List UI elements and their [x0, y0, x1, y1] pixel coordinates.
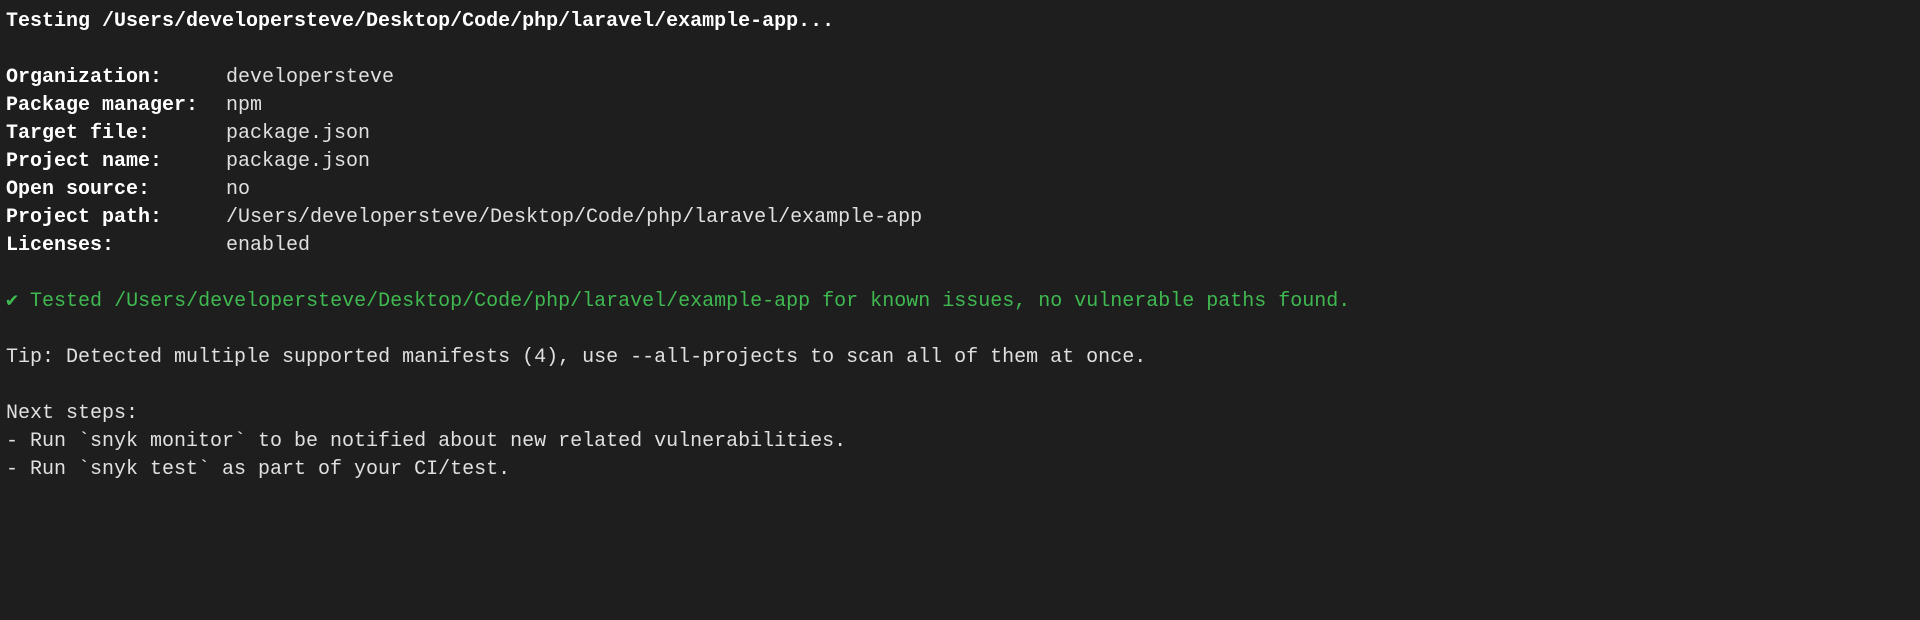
detail-row-target-file: Target file: package.json [6, 120, 1914, 148]
terminal-output: Testing /Users/developersteve/Desktop/Co… [6, 8, 1914, 484]
next-step-text: - Run `snyk test` as part of your CI/tes… [6, 456, 510, 484]
blank-line [6, 36, 1914, 64]
project-name-value: package.json [226, 148, 370, 176]
organization-label: Organization: [6, 64, 226, 92]
project-path-label: Project path: [6, 204, 226, 232]
checkmark-icon: ✔ [6, 288, 18, 316]
tip-label: Tip: [6, 344, 54, 372]
detail-row-open-source: Open source: no [6, 176, 1914, 204]
open-source-label: Open source: [6, 176, 226, 204]
project-path-value: /Users/developersteve/Desktop/Code/php/l… [226, 204, 922, 232]
tip-line: Tip: Detected multiple supported manifes… [6, 344, 1914, 372]
detail-row-project-path: Project path: /Users/developersteve/Desk… [6, 204, 1914, 232]
tip-text: Detected multiple supported manifests (4… [54, 344, 1146, 372]
licenses-label: Licenses: [6, 232, 226, 260]
detail-row-package-manager: Package manager: npm [6, 92, 1914, 120]
testing-line: Testing /Users/developersteve/Desktop/Co… [6, 8, 1914, 36]
detail-row-licenses: Licenses: enabled [6, 232, 1914, 260]
blank-line [6, 260, 1914, 288]
next-step-text: - Run `snyk monitor` to be notified abou… [6, 428, 846, 456]
test-result-text: Tested /Users/developersteve/Desktop/Cod… [18, 288, 1350, 316]
next-step-item: - Run `snyk monitor` to be notified abou… [6, 428, 1914, 456]
target-file-value: package.json [226, 120, 370, 148]
licenses-value: enabled [226, 232, 310, 260]
open-source-value: no [226, 176, 250, 204]
detail-row-organization: Organization: developersteve [6, 64, 1914, 92]
blank-line [6, 372, 1914, 400]
package-manager-value: npm [226, 92, 262, 120]
project-name-label: Project name: [6, 148, 226, 176]
next-steps-heading: Next steps: [6, 400, 138, 428]
test-result-line: ✔ Tested /Users/developersteve/Desktop/C… [6, 288, 1914, 316]
package-manager-label: Package manager: [6, 92, 226, 120]
detail-row-project-name: Project name: package.json [6, 148, 1914, 176]
testing-text: Testing /Users/developersteve/Desktop/Co… [6, 8, 834, 36]
organization-value: developersteve [226, 64, 394, 92]
next-steps-heading-line: Next steps: [6, 400, 1914, 428]
blank-line [6, 316, 1914, 344]
next-step-item: - Run `snyk test` as part of your CI/tes… [6, 456, 1914, 484]
target-file-label: Target file: [6, 120, 226, 148]
